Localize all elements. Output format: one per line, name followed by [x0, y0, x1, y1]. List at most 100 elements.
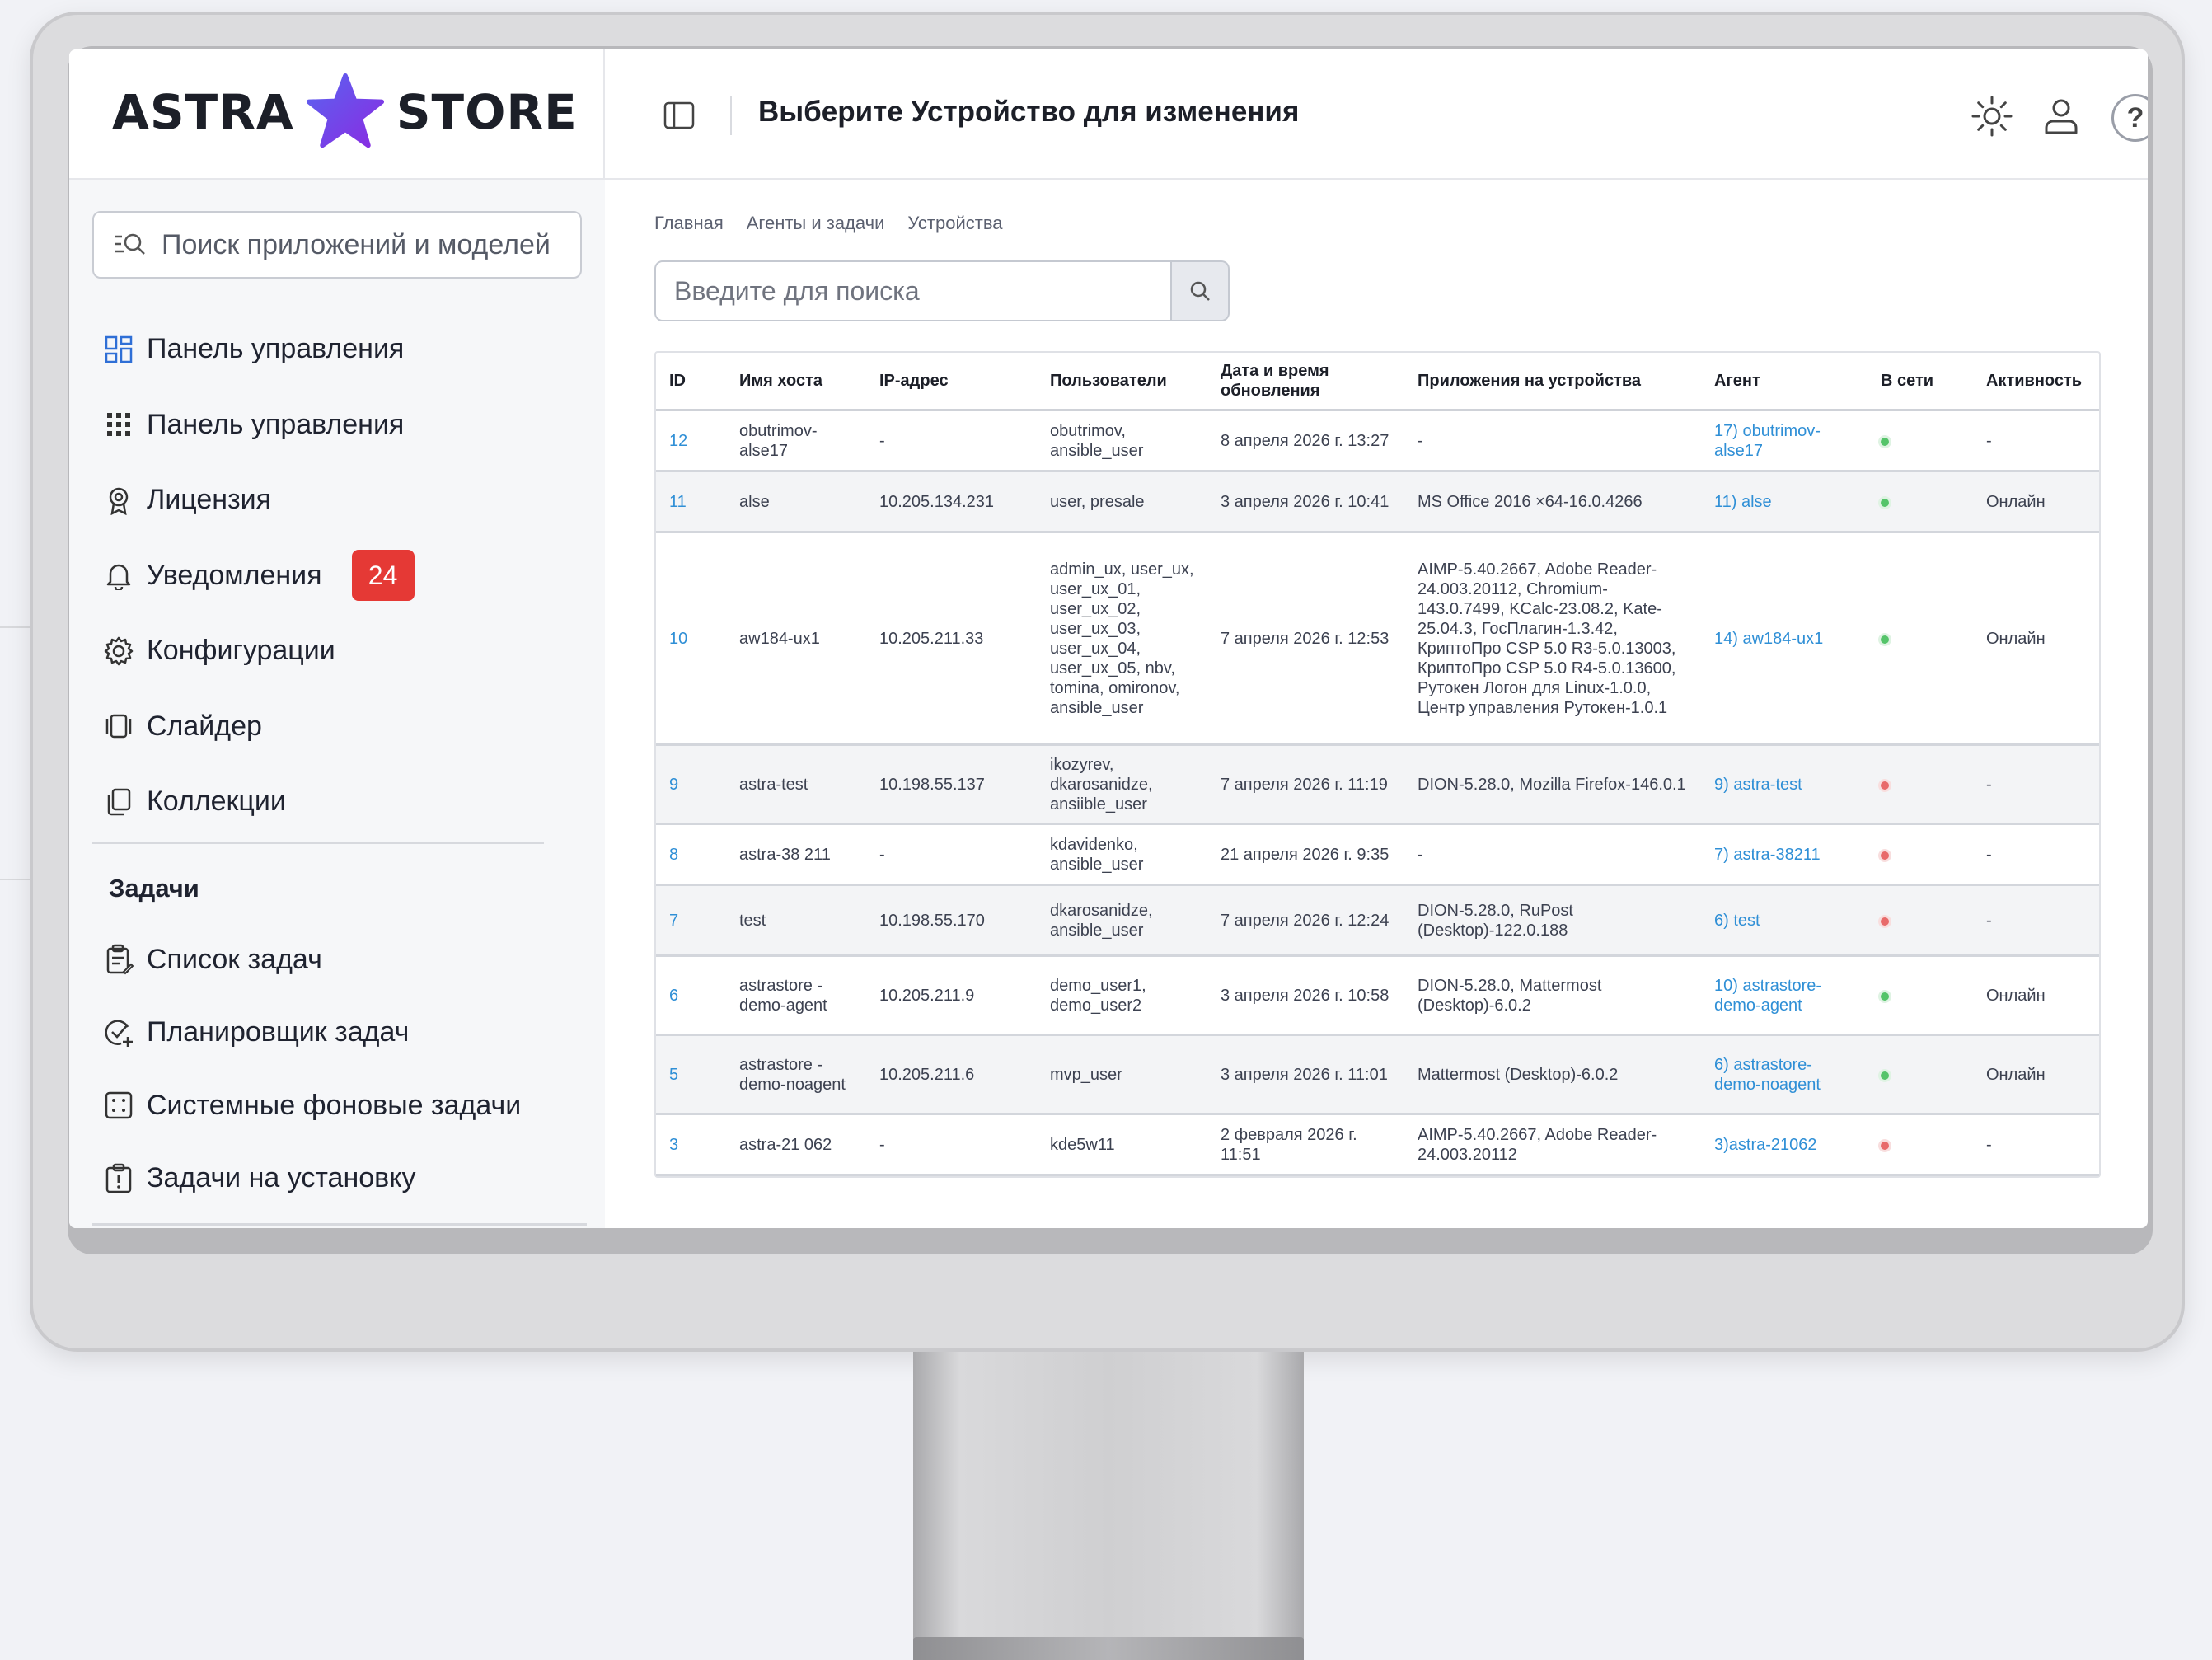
table-row[interactable]: 9 astra-test 10.198.55.137 ikozyrev, dkaros…	[656, 744, 2099, 825]
cell-date: 3 апреля 2026 г. 10:41	[1221, 492, 1390, 511]
table-row[interactable]: 5 astrastore -demo-noagent 10.205.211.6 mvp…	[656, 1034, 2099, 1115]
notification-count-badge: 24	[351, 550, 415, 602]
column-header[interactable]: Пользователи	[1037, 353, 1207, 411]
column-header[interactable]: IP-адрес	[866, 353, 1037, 411]
cell-apps: DION-5.28.0, Mozilla Firefox-146.0.1	[1418, 775, 1686, 794]
cell-id[interactable]: 12	[669, 432, 687, 450]
column-header[interactable]: Приложения на устройства	[1404, 353, 1701, 411]
cell-agent[interactable]: 6) test	[1714, 912, 1760, 930]
column-header[interactable]: ID	[656, 353, 726, 411]
cell-id[interactable]: 10	[669, 630, 687, 648]
column-header[interactable]: В сети	[1868, 353, 1973, 411]
scheduler-icon	[102, 1016, 135, 1049]
user-icon[interactable]	[2039, 94, 2083, 138]
breadcrumb-home[interactable]: Главная	[654, 213, 724, 234]
install-tasks-icon	[102, 1162, 135, 1195]
cell-agent[interactable]: 9) astra-test	[1714, 776, 1802, 794]
online-status-dot	[1881, 1071, 1889, 1080]
table-row[interactable]: 3 astra-21 062 - kde5w11 2 февраля 2026 г. 1…	[656, 1114, 2099, 1176]
sidebar-toggle-icon[interactable]	[663, 99, 696, 132]
sidebar-item-label: Планировщик задач	[147, 1016, 410, 1048]
cell-users: demo_user1, demo_user2	[1050, 976, 1146, 1015]
sidebar-item-label: Список задач	[147, 943, 322, 975]
cell-ip: 10.205.211.6	[879, 1065, 975, 1084]
sidebar-item-dashboard[interactable]: Панель управления	[102, 312, 580, 387]
cell-host: astra-38 211	[739, 845, 831, 864]
gear-icon	[102, 635, 135, 668]
sidebar-search-input[interactable]	[160, 227, 575, 262]
sidebar-item-configurations[interactable]: Конфигурации	[102, 613, 580, 689]
tasks-nav: Список задач Планировщик задач Системные…	[102, 923, 580, 1215]
cell-host: aw184-ux1	[739, 629, 820, 648]
cell-id[interactable]: 3	[669, 1136, 678, 1154]
cell-activity: Онлайн	[1986, 1065, 2046, 1084]
cell-id[interactable]: 6	[669, 987, 678, 1005]
help-icon[interactable]: ?	[2111, 94, 2148, 142]
online-status-dot	[1881, 437, 1889, 446]
online-status-dot	[1881, 498, 1889, 507]
cell-host: astrastore -demo-agent	[739, 976, 827, 1015]
cell-host: obutrimov-alse17	[739, 421, 818, 460]
star-logo-icon	[306, 73, 384, 148]
device-search[interactable]	[654, 260, 1172, 321]
brand-logo[interactable]: ASTRA STORE	[112, 71, 578, 153]
sidebar-item-install-tasks[interactable]: Задачи на установку	[102, 1142, 580, 1216]
cell-activity: -	[1986, 911, 1992, 930]
table-row[interactable]: 11 alse 10.205.134.231 user, presale 3 апрел…	[656, 471, 2099, 533]
cell-ip: -	[879, 431, 885, 450]
sidebar-item-label: Коллекции	[147, 785, 286, 818]
breadcrumb-agents-tasks[interactable]: Агенты и задачи	[747, 213, 885, 234]
breadcrumb-devices[interactable]: Устройства	[907, 213, 1002, 234]
cell-id[interactable]: 7	[669, 912, 678, 930]
table-row[interactable]: 6 astrastore -demo-agent 10.205.211.9 demo_…	[656, 955, 2099, 1036]
sidebar-item-dashboard-2[interactable]: Панель управления	[102, 387, 580, 463]
sidebar-item-slider[interactable]: Слайдер	[102, 689, 580, 765]
device-search-input[interactable]	[673, 274, 1154, 307]
sidebar-search[interactable]	[92, 211, 582, 279]
cell-ip: 10.198.55.137	[879, 775, 985, 794]
cell-activity: -	[1986, 775, 1992, 794]
table-row[interactable]: 10 aw184-ux1 10.205.211.33 admin_ux, user_u…	[656, 532, 2099, 746]
column-header[interactable]: Имя хоста	[726, 353, 866, 411]
cell-users: dkarosanidze, ansible_user	[1050, 901, 1153, 940]
column-header[interactable]: Активность	[1973, 353, 2099, 411]
cell-id[interactable]: 5	[669, 1066, 678, 1084]
cell-id[interactable]: 11	[669, 493, 687, 511]
cell-ip: 10.198.55.170	[879, 911, 985, 930]
cell-id[interactable]: 8	[669, 846, 678, 864]
column-header[interactable]: Агент	[1701, 353, 1868, 411]
table-row[interactable]: 7 test 10.198.55.170 dkarosanidze, ansible_…	[656, 884, 2099, 957]
cell-agent[interactable]: 3)astra-21062	[1714, 1136, 1817, 1154]
sidebar-item-task-scheduler[interactable]: Планировщик задач	[102, 996, 580, 1070]
cell-users: admin_ux, user_ux, user_ux_01, user_ux_0…	[1050, 560, 1194, 717]
sidebar-item-label: Уведомления	[147, 559, 322, 591]
brand-name-left: ASTRA	[112, 84, 294, 140]
cell-agent[interactable]: 10) astrastore-demo-agent	[1714, 977, 1821, 1015]
column-header[interactable]: Дата и время обновления	[1207, 353, 1404, 411]
cell-apps: -	[1418, 845, 1423, 864]
cell-id[interactable]: 9	[669, 776, 678, 794]
cell-agent[interactable]: 6) astrastore-demo-noagent	[1714, 1056, 1821, 1094]
cell-date: 7 апреля 2026 г. 12:53	[1221, 629, 1390, 648]
search-button[interactable]	[1172, 260, 1230, 321]
cell-agent[interactable]: 17) obutrimov-alse17	[1714, 422, 1821, 460]
sidebar-item-task-list[interactable]: Список задач	[102, 923, 580, 996]
cell-ip: 10.205.211.33	[879, 629, 984, 648]
sidebar-item-license[interactable]: Лицензия	[102, 462, 580, 538]
sidebar-item-label: Лицензия	[147, 484, 272, 516]
sidebar-bottom-divider	[92, 1223, 587, 1226]
table-row[interactable]: 8 astra-38 211 - kdavidenko, ansible_user 21…	[656, 823, 2099, 886]
logo-area: ASTRA STORE	[69, 49, 605, 180]
sun-icon[interactable]	[1970, 94, 2014, 138]
cell-ip: -	[879, 845, 885, 864]
cell-agent[interactable]: 11) alse	[1714, 493, 1772, 511]
cell-apps: DION-5.28.0, RuPost (Desktop)-122.0.188	[1418, 901, 1573, 940]
cell-agent[interactable]: 7) astra-38211	[1714, 846, 1821, 864]
sidebar-item-collections[interactable]: Коллекции	[102, 764, 580, 840]
sidebar-item-background-tasks[interactable]: Системные фоновые задачи	[102, 1069, 580, 1142]
cell-date: 7 апреля 2026 г. 12:24	[1221, 911, 1390, 930]
cell-agent[interactable]: 14) aw184-ux1	[1714, 630, 1823, 648]
sidebar-item-notifications[interactable]: Уведомления 24	[102, 538, 580, 614]
table-row[interactable]: 12 obutrimov-alse17 - obutrimov, ansible_us…	[656, 410, 2099, 472]
online-status-dot	[1881, 917, 1889, 926]
